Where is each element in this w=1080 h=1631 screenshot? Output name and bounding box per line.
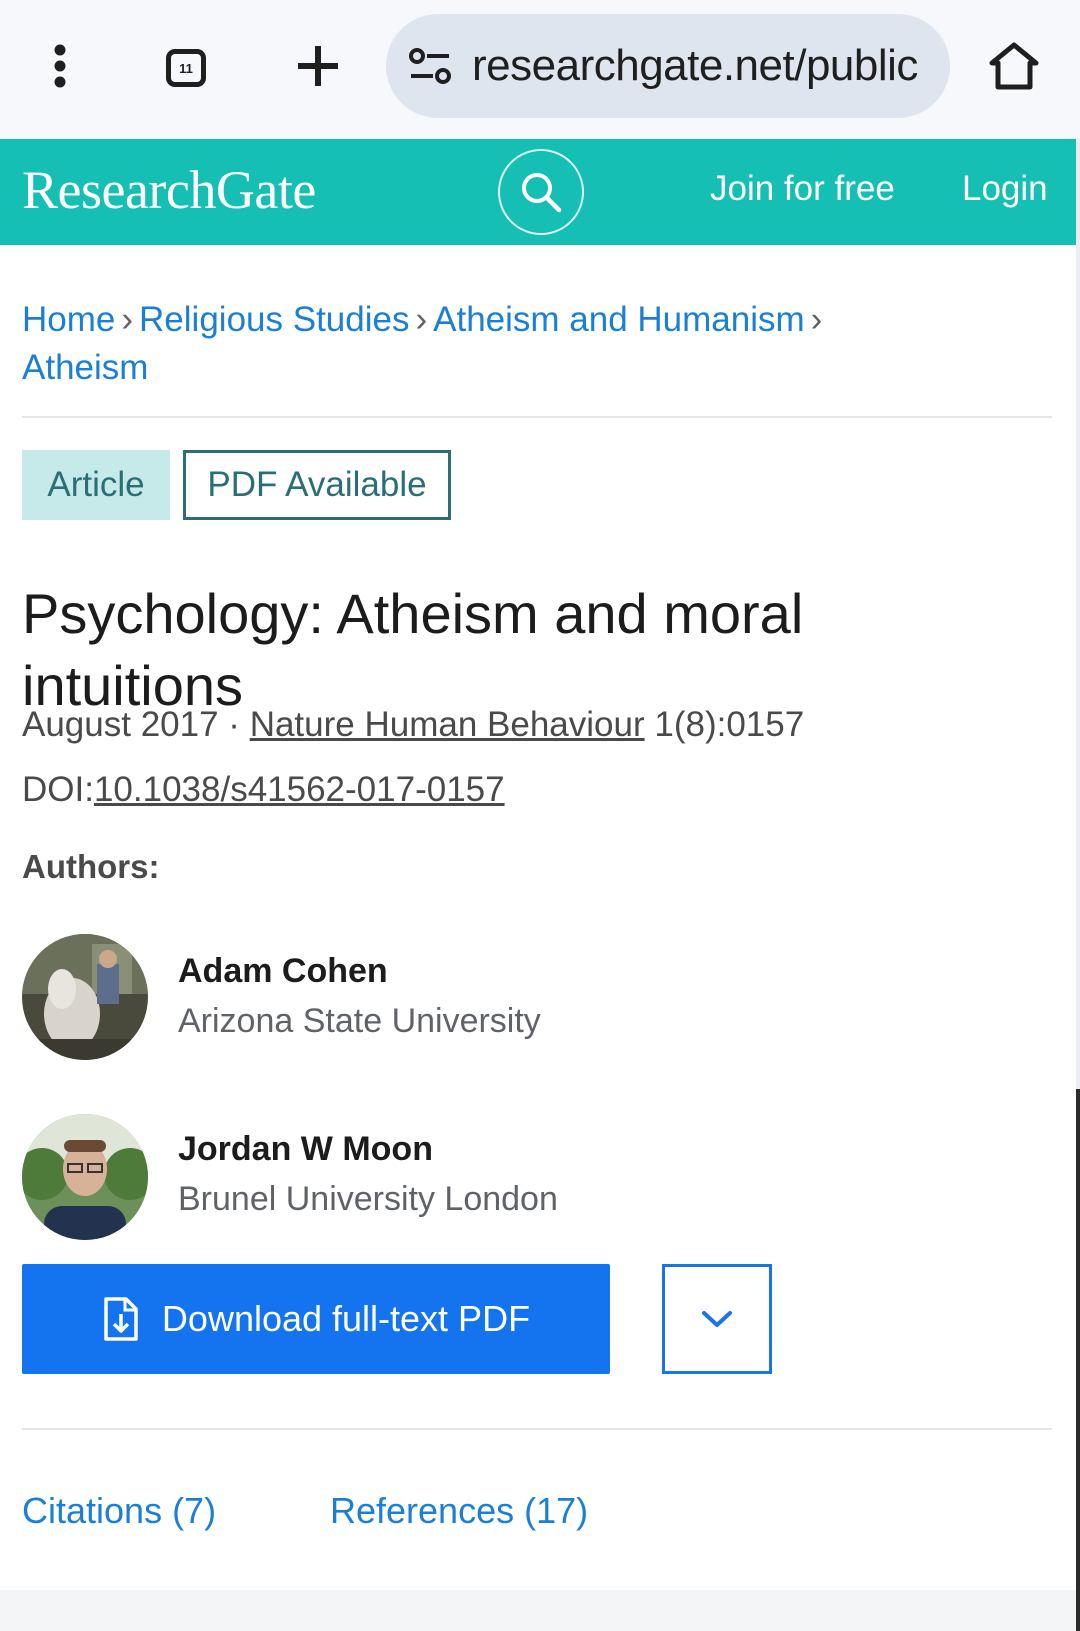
doi-label: DOI: bbox=[22, 770, 94, 809]
pdf-available-badge: PDF Available bbox=[183, 450, 451, 520]
author-affiliation: Arizona State University bbox=[178, 1002, 541, 1040]
address-bar[interactable]: researchgate.net/public bbox=[386, 14, 950, 118]
researchgate-logo[interactable]: ResearchGate bbox=[22, 159, 316, 221]
article-type-badge: Article bbox=[22, 450, 170, 520]
authors-label: Authors: bbox=[22, 848, 160, 885]
meta-separator: · bbox=[228, 705, 240, 744]
page-footer-strip bbox=[0, 1590, 1076, 1631]
journal-volume: 1(8):0157 bbox=[654, 705, 805, 744]
breadcrumb-atheism[interactable]: Atheism bbox=[22, 348, 148, 387]
download-label: Download full-text PDF bbox=[161, 1298, 531, 1339]
login-link[interactable]: Login bbox=[962, 169, 1048, 209]
search-icon bbox=[522, 173, 562, 213]
chevron-right-icon: › bbox=[415, 300, 428, 339]
file-download-icon bbox=[102, 1296, 140, 1342]
download-pdf-button[interactable]: Download full-text PDF bbox=[22, 1264, 610, 1374]
breadcrumb: Home › Religious Studies › Atheism and Human… bbox=[22, 296, 1022, 392]
chevron-down-icon bbox=[702, 1311, 732, 1327]
scrollbar[interactable] bbox=[1076, 139, 1080, 1631]
chevron-right-icon: › bbox=[121, 300, 134, 339]
tune-icon[interactable] bbox=[408, 46, 452, 86]
breadcrumb-atheism-humanism[interactable]: Atheism and Humanism bbox=[433, 300, 805, 339]
more-options-button[interactable] bbox=[662, 1264, 772, 1374]
avatar[interactable] bbox=[22, 934, 148, 1060]
url-text: researchgate.net/public bbox=[472, 41, 918, 90]
doi-link[interactable]: 10.1038/s41562-017-0157 bbox=[94, 770, 505, 809]
journal-link[interactable]: Nature Human Behaviour bbox=[250, 705, 645, 744]
publication-meta: August 2017 · Nature Human Behaviour 1(8… bbox=[22, 705, 804, 745]
tabs-switcher-button[interactable]: 11 bbox=[158, 40, 214, 96]
avatar[interactable] bbox=[22, 1114, 148, 1240]
divider bbox=[22, 416, 1052, 418]
home-icon[interactable] bbox=[984, 36, 1044, 96]
doi-row: DOI:10.1038/s41562-017-0157 bbox=[22, 770, 505, 810]
chevron-right-icon: › bbox=[810, 300, 823, 339]
divider bbox=[22, 1428, 1052, 1430]
tab-references[interactable]: References (17) bbox=[330, 1490, 588, 1532]
publication-date: August 2017 bbox=[22, 705, 219, 744]
author-name[interactable]: Adam Cohen bbox=[178, 952, 388, 991]
breadcrumb-religious-studies[interactable]: Religious Studies bbox=[139, 300, 409, 339]
tabs-count: 11 bbox=[166, 49, 206, 87]
author-name[interactable]: Jordan W Moon bbox=[178, 1130, 433, 1169]
breadcrumb-home[interactable]: Home bbox=[22, 300, 115, 339]
tab-citations[interactable]: Citations (7) bbox=[22, 1490, 216, 1532]
menu-dots-icon[interactable] bbox=[36, 36, 84, 96]
browser-toolbar: 11 researchgate.net/public bbox=[0, 0, 1080, 139]
search-button[interactable] bbox=[498, 149, 584, 235]
plus-icon[interactable] bbox=[288, 36, 348, 96]
author-affiliation: Brunel University London bbox=[178, 1180, 558, 1218]
site-header: ResearchGate Join for free Login bbox=[0, 139, 1076, 245]
join-for-free-link[interactable]: Join for free bbox=[710, 169, 895, 209]
page-title: Psychology: Atheism and moral intuitions bbox=[22, 581, 804, 717]
